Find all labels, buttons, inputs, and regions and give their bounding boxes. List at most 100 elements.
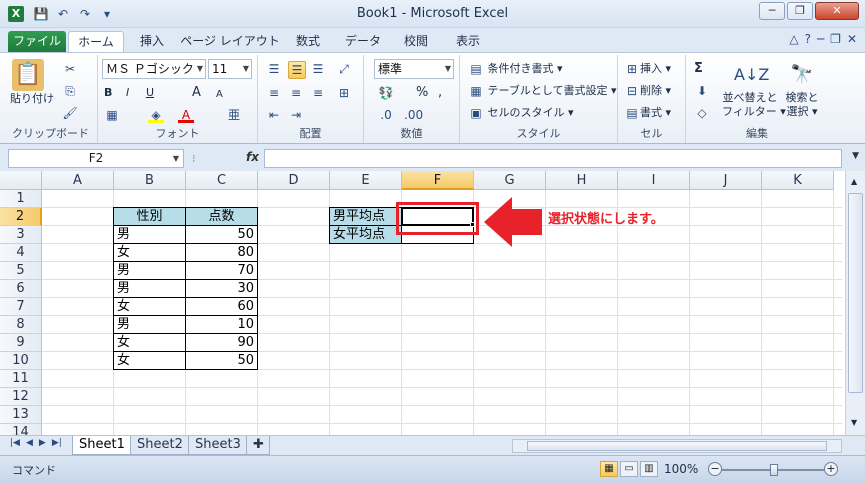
row-header-10[interactable]: 10 [0, 352, 42, 370]
italic-button[interactable]: I [126, 85, 129, 101]
percent-style-button[interactable]: % [416, 85, 428, 101]
insert-function-icon[interactable]: fx [246, 150, 259, 164]
formula-input[interactable] [264, 149, 842, 168]
page-break-view-icon[interactable]: ▥ [640, 461, 658, 477]
tab-home[interactable]: ホーム [68, 31, 124, 52]
row-header-8[interactable]: 8 [0, 316, 42, 334]
row-header-3[interactable]: 3 [0, 226, 42, 244]
merge-center-icon[interactable]: ⊞ [336, 85, 352, 101]
score-cell[interactable]: 50 [185, 225, 258, 244]
autosum-button[interactable]: Σ [694, 61, 703, 77]
header-gender-cell[interactable]: 性別 [113, 207, 186, 226]
prev-sheet-icon[interactable]: ◀ [26, 438, 33, 448]
female-average-label-cell[interactable]: 女平均点 [329, 225, 402, 244]
workbook-close-icon[interactable]: ✕ [847, 32, 857, 46]
zoom-knob[interactable] [770, 464, 778, 476]
score-cell[interactable]: 60 [185, 297, 258, 316]
cut-icon[interactable]: ✂ [62, 61, 78, 77]
header-score-cell[interactable]: 点数 [185, 207, 258, 226]
expand-formula-icon[interactable]: ▼ [852, 151, 859, 161]
gender-cell[interactable]: 男 [113, 315, 186, 334]
row-header-13[interactable]: 13 [0, 406, 42, 424]
align-center-icon[interactable]: ≡ [288, 85, 304, 101]
tab-review[interactable]: 校閲 [396, 31, 436, 52]
workbook-restore-icon[interactable]: ❐ [830, 32, 841, 46]
row-header-14[interactable]: 14 [0, 424, 42, 435]
scroll-down-icon[interactable]: ▼ [851, 415, 857, 431]
tab-data[interactable]: データ [338, 31, 388, 52]
find-select-button[interactable]: 🔭 検索と 選択 ▾ [782, 59, 822, 119]
font-size-select[interactable]: 11 ▼ [208, 59, 252, 79]
column-header-j[interactable]: J [690, 171, 762, 190]
align-middle-icon[interactable]: ☰ [288, 61, 306, 79]
copy-icon[interactable]: ⎘ [62, 83, 78, 99]
format-painter-icon[interactable]: 🖌 [62, 105, 78, 121]
first-sheet-icon[interactable]: |◀ [10, 438, 20, 448]
minimize-ribbon-icon[interactable]: △ [789, 32, 798, 46]
bold-button[interactable]: B [104, 85, 112, 101]
align-left-icon[interactable]: ≡ [266, 85, 282, 101]
tab-file[interactable]: ファイル [8, 31, 66, 52]
column-header-a[interactable]: A [42, 171, 114, 190]
page-layout-view-icon[interactable]: ▭ [620, 461, 638, 477]
next-sheet-icon[interactable]: ▶ [39, 438, 46, 448]
vertical-scrollbar[interactable]: ▲ ▼ [845, 171, 865, 435]
score-cell[interactable]: 30 [185, 279, 258, 298]
help-icon[interactable]: ? [805, 32, 811, 46]
horizontal-scrollbar[interactable] [512, 439, 842, 453]
row-header-9[interactable]: 9 [0, 334, 42, 352]
font-name-select[interactable]: ＭＳ Ｐゴシック ▼ [102, 59, 206, 79]
number-format-select[interactable]: 標準 ▼ [374, 59, 454, 79]
restore-button[interactable]: ❐ [787, 2, 813, 20]
comma-style-button[interactable]: , [438, 85, 442, 101]
gender-cell[interactable]: 男 [113, 261, 186, 280]
column-header-c[interactable]: C [186, 171, 258, 190]
paste-button[interactable]: 📋 貼り付け [10, 59, 54, 107]
tab-formulas[interactable]: 数式 [288, 31, 328, 52]
score-cell[interactable]: 70 [185, 261, 258, 280]
insert-cells-button[interactable]: ⊞ 挿入 ▾ [624, 61, 671, 77]
tab-view[interactable]: 表示 [448, 31, 488, 52]
fill-icon[interactable]: ⬇ [694, 83, 710, 99]
format-cells-button[interactable]: ▤ 書式 ▾ [624, 105, 671, 121]
gender-cell[interactable]: 男 [113, 279, 186, 298]
accounting-format-icon[interactable]: 💱 [378, 85, 394, 101]
column-header-i[interactable]: I [618, 171, 690, 190]
column-header-k[interactable]: K [762, 171, 834, 190]
increase-indent-icon[interactable]: ⇥ [288, 107, 304, 123]
vertical-scroll-thumb[interactable] [848, 193, 863, 393]
row-header-11[interactable]: 11 [0, 370, 42, 388]
row-header-5[interactable]: 5 [0, 262, 42, 280]
column-header-g[interactable]: G [474, 171, 546, 190]
align-right-icon[interactable]: ≡ [310, 85, 326, 101]
zoom-slider[interactable]: − + [708, 462, 838, 478]
increase-decimal-icon[interactable]: .0 [378, 107, 394, 124]
tab-insert[interactable]: 挿入 [130, 31, 174, 52]
format-as-table-button[interactable]: ▦ テーブルとして書式設定 ▾ [468, 83, 616, 99]
workbook-minimize-icon[interactable]: ─ [817, 32, 824, 46]
minimize-button[interactable]: ─ [759, 2, 785, 20]
last-sheet-icon[interactable]: ▶| [52, 438, 62, 448]
decrease-decimal-icon[interactable]: .00 [404, 107, 423, 124]
gender-cell[interactable]: 女 [113, 243, 186, 262]
zoom-level[interactable]: 100% [664, 462, 698, 476]
score-cell[interactable]: 10 [185, 315, 258, 334]
align-bottom-icon[interactable]: ☰ [310, 61, 326, 77]
gender-cell[interactable]: 女 [113, 297, 186, 316]
shrink-font-button[interactable]: A [216, 87, 223, 103]
row-header-12[interactable]: 12 [0, 388, 42, 406]
delete-cells-button[interactable]: ⊟ 削除 ▾ [624, 83, 671, 99]
score-cell[interactable]: 90 [185, 333, 258, 352]
zoom-in-button[interactable]: + [824, 462, 838, 476]
row-header-2[interactable]: 2 [0, 208, 42, 226]
row-header-7[interactable]: 7 [0, 298, 42, 316]
align-top-icon[interactable]: ☰ [266, 61, 282, 77]
male-average-label-cell[interactable]: 男平均点 [329, 207, 402, 226]
clear-icon[interactable]: ◇ [694, 105, 710, 121]
sheet-tab-sheet1[interactable]: Sheet1 [72, 436, 132, 455]
font-color-icon[interactable]: A [178, 107, 194, 123]
column-header-f[interactable]: F [402, 171, 474, 190]
gender-cell[interactable]: 男 [113, 225, 186, 244]
horizontal-scroll-thumb[interactable] [527, 441, 827, 451]
name-box[interactable]: F2 ▼ [8, 149, 184, 168]
